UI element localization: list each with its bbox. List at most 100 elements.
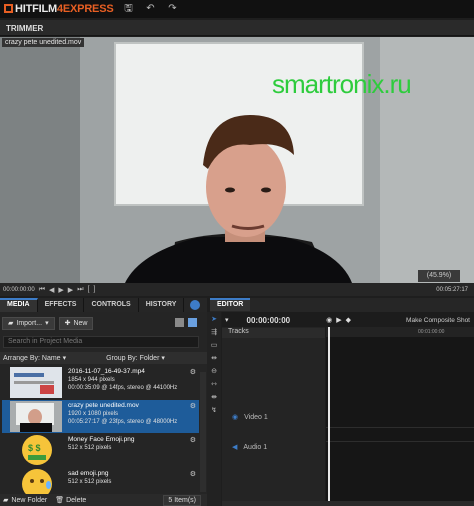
list-view-icon[interactable] [188, 318, 197, 327]
rate-stretch-icon[interactable]: ↯ [211, 407, 217, 415]
media-panel: ▰ Import... ▾ ✚ New Search in Project Me… [0, 312, 207, 506]
eye-icon[interactable]: ◉ [232, 413, 238, 421]
gear-icon[interactable]: ⚙ [190, 436, 196, 444]
tab-effects[interactable]: EFFECTS [38, 298, 85, 312]
delete-button[interactable]: Delete [66, 497, 86, 504]
ripple-tool-icon[interactable]: ⇿ [211, 381, 217, 389]
arrange-bar: Arrange By: Name ▾ Group By: Folder ▾ [0, 352, 207, 364]
media-toolbar: ▰ Import... ▾ ✚ New [2, 316, 94, 330]
timeline-scrollbar[interactable] [222, 501, 474, 506]
media-item-dimensions: 1920 x 1080 pixels [68, 411, 119, 417]
media-thumbnail: $ $ [10, 435, 62, 466]
track-headers: Tracks ◉ Video 1 ◀ Audio 1 [222, 327, 325, 506]
undo-icon[interactable]: ↶ [143, 2, 157, 16]
track-select-icon[interactable]: ⇶ [211, 329, 217, 337]
timeline-ruler[interactable]: 00:01:00:00 [326, 327, 474, 337]
trimmer-current-time: 00:00:00:00 [3, 286, 35, 293]
folder-icon: ▰ [8, 320, 14, 327]
left-panel-tabs: MEDIA EFFECTS CONTROLS HISTORY [0, 298, 207, 312]
selection-tool-icon[interactable]: ➤ [211, 316, 217, 324]
editor-toolbar: ▾ 00:00:00:00 ◉ ▶ ◆ Make Composite Shot [222, 314, 474, 326]
import-button[interactable]: ▰ Import... ▾ [2, 316, 55, 330]
media-item-name: crazy pete unedited.mov [68, 402, 139, 409]
group-by-dropdown[interactable]: Group By: Folder [106, 355, 159, 362]
app-logo: HITFILM4EXPRESS [0, 3, 114, 15]
marker-icon[interactable]: ◆ [346, 316, 351, 324]
media-item-dimensions: 512 x 512 pixels [68, 445, 112, 451]
media-search-input[interactable]: Search in Project Media [3, 336, 199, 348]
view-toggle [175, 318, 197, 327]
play-icon[interactable]: ▶ [336, 316, 341, 324]
go-to-start-icon[interactable]: ⏮ [39, 286, 45, 294]
set-in-icon[interactable]: [ [88, 286, 90, 293]
track-audio-1[interactable]: ◀ Audio 1 [222, 443, 325, 452]
media-thumbnail [10, 401, 62, 432]
editor-panel: ▾ 00:00:00:00 ◉ ▶ ◆ Make Composite Shot … [222, 312, 474, 506]
track-video-1[interactable]: ◉ Video 1 [222, 413, 325, 422]
trimmer-panel-title: TRIMMER [0, 20, 474, 36]
make-composite-shot-button[interactable]: Make Composite Shot [406, 317, 470, 324]
timeline-area[interactable]: 00:01:00:00 [326, 327, 474, 506]
set-out-icon[interactable]: ] [93, 286, 95, 293]
gear-icon[interactable]: ⚙ [190, 470, 196, 478]
media-item-dimensions: 512 x 512 pixels [68, 479, 112, 485]
new-folder-icon: ▰ [3, 497, 9, 504]
clip-name-label: crazy pete unedited.mov [2, 38, 85, 47]
roll-tool-icon[interactable]: ⇼ [211, 394, 217, 402]
redo-icon[interactable]: ↷ [165, 2, 179, 16]
media-item-duration: 00:00:35:09 @ 14fps, stereo @ 44100Hz [68, 385, 178, 391]
gear-icon[interactable]: ⚙ [190, 402, 196, 410]
logo-mark-icon [4, 4, 13, 13]
lane-divider [326, 427, 474, 428]
step-forward-icon[interactable]: ▶ [68, 286, 73, 294]
new-folder-button[interactable]: New Folder [11, 497, 47, 504]
trimmer-viewer[interactable]: crazy pete unedited.mov smartronix.ru [0, 37, 474, 283]
step-back-icon[interactable]: ◀ [49, 286, 54, 294]
tab-media[interactable]: MEDIA [0, 298, 38, 312]
media-item-name: 2016-11-07_16-49-37.mp4 [68, 368, 145, 375]
media-item[interactable]: $ $ Money Face Emoji.png 512 x 512 pixel… [2, 434, 199, 467]
media-footer: ▰ New Folder 🗑 Delete 5 Item(s) [0, 494, 207, 506]
title-bar: HITFILM4EXPRESS 🖫 ↶ ↷ [0, 0, 474, 18]
play-icon[interactable]: ▶ [58, 286, 63, 294]
items-count: 5 Item(s) [163, 494, 201, 506]
loop-icon[interactable]: ◉ [326, 316, 332, 324]
media-item-name: sad emoji.png [68, 470, 109, 477]
editor-current-time: 00:00:00:00 [246, 315, 291, 325]
slice-tool-icon[interactable]: ▭ [211, 342, 218, 350]
playhead[interactable] [328, 327, 330, 506]
gear-icon[interactable]: ⚙ [190, 368, 196, 376]
media-scrollbar[interactable] [200, 372, 206, 492]
trimmer-transport-bar: 00:00:00:00 ⏮ ◀ ▶ ▶ ⏭ [ ] 00:05:27:17 [0, 283, 474, 296]
save-icon[interactable]: 🖫 [121, 2, 135, 16]
lane-divider [326, 441, 474, 442]
plus-icon: ✚ [64, 320, 71, 327]
media-item-name: Money Face Emoji.png [68, 436, 135, 443]
editor-tools: ➤ ⇶ ▭ ⇹ ⊖ ⇿ ⇼ ↯ [207, 312, 221, 506]
chevron-down-icon: ▾ [161, 355, 165, 362]
editor-tab-bar: EDITOR [210, 298, 474, 312]
media-item[interactable]: 2016-11-07_16-49-37.mp4 1854 x 944 pixel… [2, 366, 199, 399]
new-label: New [73, 319, 88, 327]
ruler-time-label: 00:01:00:00 [418, 329, 445, 335]
track-label: Video 1 [244, 413, 268, 421]
tab-editor[interactable]: EDITOR [210, 298, 251, 311]
zoom-level[interactable]: (45.9%) [418, 270, 460, 282]
go-to-end-icon[interactable]: ⏭ [77, 286, 83, 294]
media-item-duration: 00:05:27:17 @ 23fps, stereo @ 48000Hz [68, 419, 178, 425]
new-button[interactable]: ✚ New [58, 316, 94, 330]
arrange-by-dropdown[interactable]: Arrange By: Name [3, 355, 61, 362]
speaker-icon[interactable]: ◀ [232, 443, 237, 451]
watermark: smartronix.ru [272, 69, 412, 99]
panel-menu-icon[interactable] [190, 300, 201, 310]
slip-tool-icon[interactable]: ⇹ [211, 355, 217, 363]
media-item-dimensions: 1854 x 944 pixels [68, 377, 115, 383]
media-item[interactable]: crazy pete unedited.mov 1920 x 1080 pixe… [2, 400, 199, 433]
grid-view-icon[interactable] [175, 318, 184, 327]
tab-history[interactable]: HISTORY [139, 298, 185, 312]
slide-tool-icon[interactable]: ⊖ [211, 368, 217, 376]
chevron-down-icon: ▾ [62, 355, 67, 362]
tab-controls[interactable]: CONTROLS [84, 298, 139, 312]
hitfilm-window: HITFILM4EXPRESS 🖫 ↶ ↷ TRIMMER crazy pete… [0, 0, 474, 506]
chevron-down-icon[interactable]: ▾ [225, 316, 229, 324]
